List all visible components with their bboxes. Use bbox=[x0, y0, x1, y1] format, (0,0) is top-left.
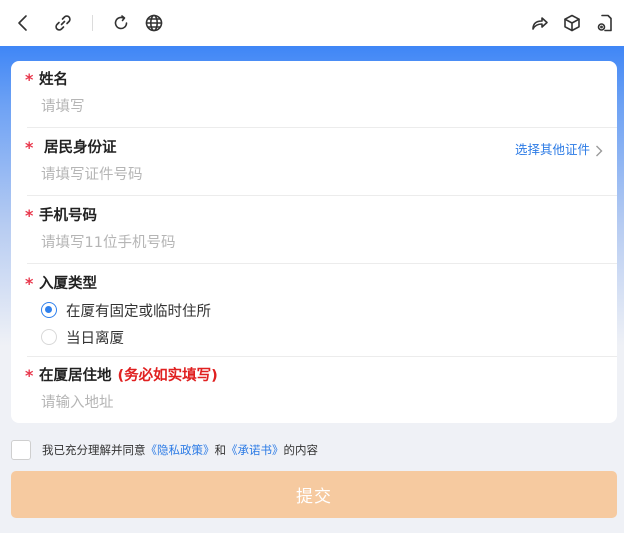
name-label: 姓名 bbox=[39, 72, 68, 88]
divider bbox=[27, 127, 617, 128]
chevron-right-icon bbox=[595, 142, 603, 157]
id-card-label: 居民身份证 bbox=[44, 140, 117, 156]
globe-icon[interactable] bbox=[142, 11, 166, 35]
name-label-row: * 姓名 bbox=[25, 70, 68, 90]
agreement-prefix: 我已充分理解并同意 bbox=[42, 443, 146, 457]
required-mark: * bbox=[25, 274, 34, 293]
document-settings-icon[interactable] bbox=[593, 11, 617, 35]
entry-type-option-day-trip[interactable]: 当日离厦 bbox=[41, 327, 124, 347]
entry-type-label-row: * 入厦类型 bbox=[25, 274, 97, 294]
address-label-row: * 在厦居住地 (务必如实填写) bbox=[25, 366, 218, 386]
required-mark: * bbox=[25, 138, 34, 157]
phone-input[interactable] bbox=[41, 232, 581, 254]
submit-button[interactable]: 提交 bbox=[11, 471, 617, 518]
agreement-middle: 和 bbox=[214, 443, 227, 457]
id-number-input[interactable] bbox=[41, 164, 581, 186]
refresh-icon[interactable] bbox=[109, 11, 133, 35]
entry-type-option-label: 当日离厦 bbox=[66, 330, 124, 347]
address-input[interactable] bbox=[41, 392, 581, 414]
privacy-policy-link[interactable]: 《隐私政策》 bbox=[146, 443, 215, 457]
entry-type-label: 入厦类型 bbox=[39, 276, 97, 292]
link-icon[interactable] bbox=[51, 11, 75, 35]
radio-unselected-icon[interactable] bbox=[41, 329, 57, 345]
agreement-text: 我已充分理解并同意《隐私政策》和《承诺书》的内容 bbox=[42, 442, 318, 458]
chevron-left-icon[interactable] bbox=[11, 11, 35, 35]
agreement-suffix: 的内容 bbox=[283, 443, 319, 457]
required-mark: * bbox=[25, 366, 34, 385]
divider bbox=[27, 195, 617, 196]
required-mark: * bbox=[25, 70, 34, 89]
choose-other-id-link[interactable]: 选择其他证件 bbox=[515, 138, 603, 158]
choose-other-id-label: 选择其他证件 bbox=[514, 141, 590, 157]
agreement-checkbox[interactable] bbox=[11, 440, 31, 460]
cube-icon[interactable] bbox=[560, 11, 584, 35]
radio-selected-icon[interactable] bbox=[41, 302, 57, 318]
phone-label-row: * 手机号码 bbox=[25, 206, 97, 226]
address-warning: (务必如实填写) bbox=[117, 368, 218, 384]
share-icon[interactable] bbox=[527, 11, 551, 35]
toolbar-divider bbox=[92, 15, 93, 31]
id-card-label-row: * 居民身份证 bbox=[25, 138, 117, 158]
phone-label: 手机号码 bbox=[39, 208, 97, 224]
form-card: * 姓名 * 居民身份证 选择其他证件 * 手机号码 * 入厦类型 bbox=[11, 61, 617, 423]
divider bbox=[27, 356, 617, 357]
top-toolbar bbox=[0, 0, 624, 46]
entry-type-option-resident[interactable]: 在厦有固定或临时住所 bbox=[41, 300, 211, 320]
name-input[interactable] bbox=[41, 96, 581, 118]
address-label: 在厦居住地 bbox=[39, 368, 112, 384]
commitment-letter-link[interactable]: 《承诺书》 bbox=[226, 443, 284, 457]
entry-type-option-label: 在厦有固定或临时住所 bbox=[66, 303, 211, 320]
divider bbox=[27, 263, 617, 264]
agreement-row: 我已充分理解并同意《隐私政策》和《承诺书》的内容 bbox=[11, 439, 318, 461]
required-mark: * bbox=[25, 206, 34, 225]
